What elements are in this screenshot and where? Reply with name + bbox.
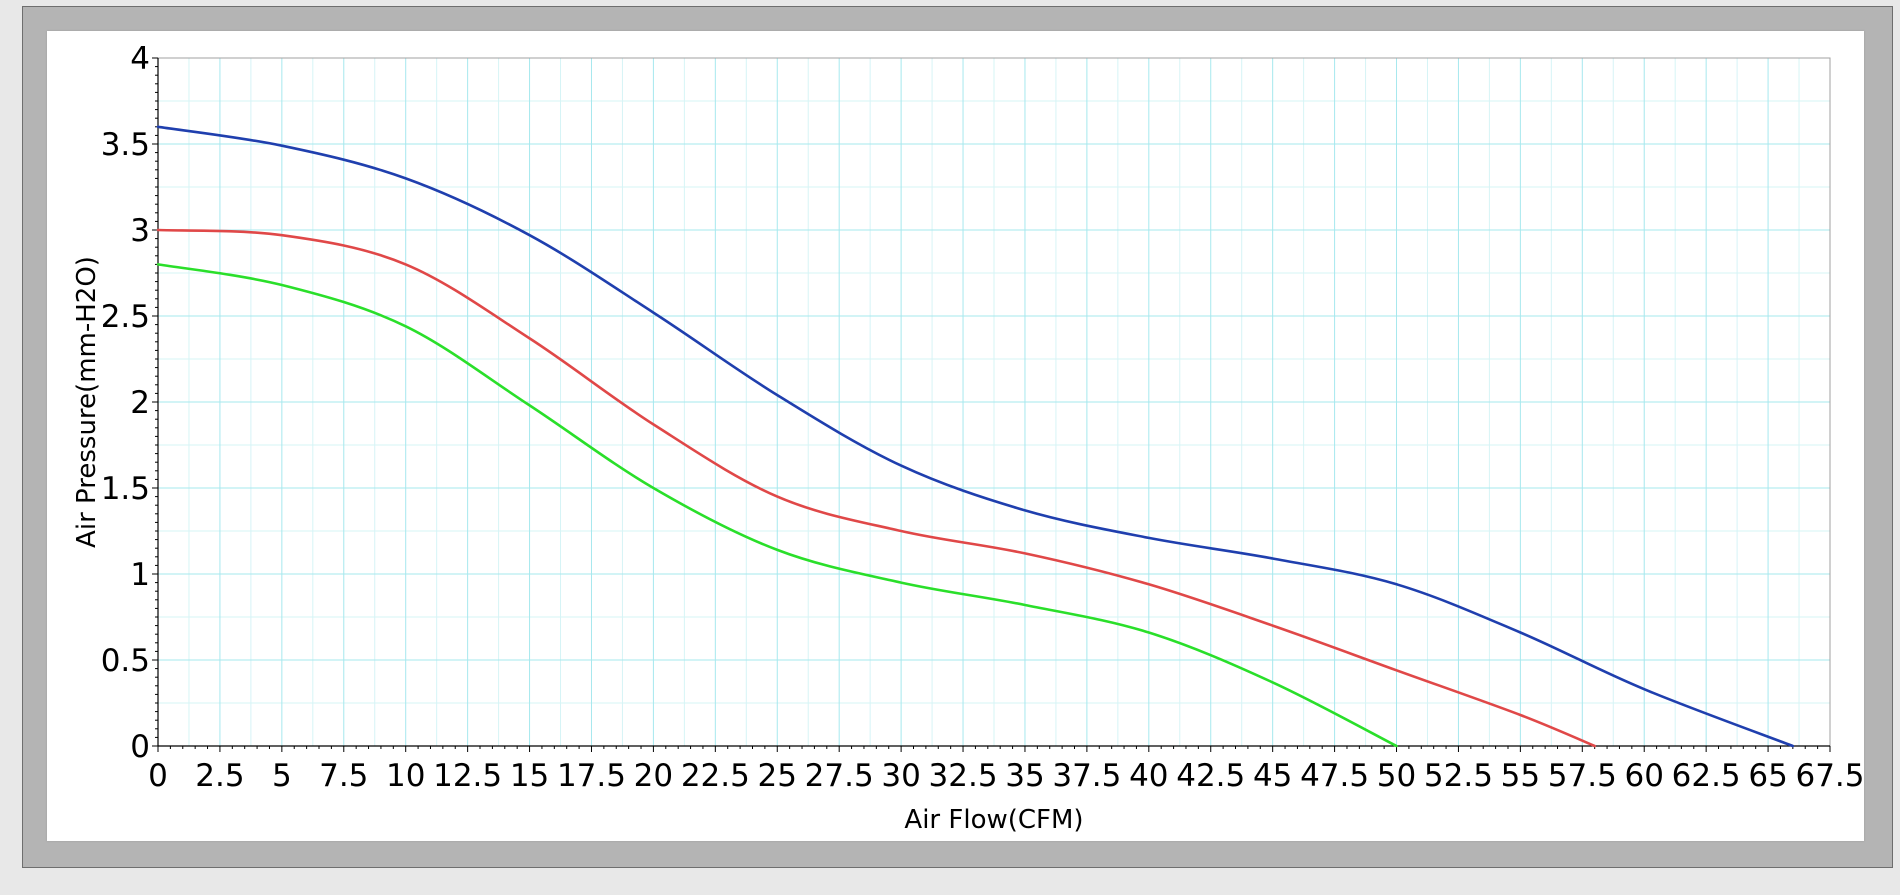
x-tick-label: 0 [148,758,168,794]
y-tick-label: 3.5 [101,127,150,163]
y-tick-label: 4 [130,41,150,77]
x-axis-title: Air Flow(CFM) [904,805,1083,835]
x-tick-label: 50 [1377,758,1416,794]
x-tick-label: 32.5 [929,758,998,794]
x-tick-label: 57.5 [1548,758,1617,794]
y-tick-label: 3 [130,213,150,249]
x-tick-label: 62.5 [1672,758,1741,794]
x-tick-label: 12.5 [433,758,502,794]
x-tick-label: 37.5 [1052,758,1121,794]
x-tick-label: 45 [1253,758,1292,794]
x-tick-label: 7.5 [319,758,368,794]
air-flow-pressure-chart: 0 2.5 5 7.5 10 12.5 15 17.5 20 22.5 25 27.5 30 32.5 35… [72,41,1865,835]
x-tick-label: 47.5 [1300,758,1369,794]
y-tick-label: 2.5 [101,299,150,335]
y-tick-label: 1.5 [101,471,150,507]
axes [152,57,1831,752]
y-tick-label: 0.5 [101,643,150,679]
x-tick-label: 35 [1005,758,1044,794]
x-tick-label: 40 [1129,758,1168,794]
x-tick-label: 15 [510,758,549,794]
y-axis-title: Air Pressure(mm-H2O) [72,256,102,548]
x-tick-label: 65 [1748,758,1787,794]
y-tick-label: 1 [130,557,150,593]
series-layer [156,125,1795,748]
x-tick-label: 10 [386,758,425,794]
x-tick-label: 5 [272,758,292,794]
x-tick-label: 67.5 [1795,758,1864,794]
x-tick-label: 27.5 [805,758,874,794]
x-tick-label: 55 [1501,758,1540,794]
y-tick-label: 0 [130,729,150,765]
x-tick-label: 22.5 [681,758,750,794]
x-tick-label: 20 [634,758,673,794]
x-tick-labels: 0 2.5 5 7.5 10 12.5 15 17.5 20 22.5 25 27.5 30 32.5 35… [148,758,1864,794]
x-tick-label: 30 [881,758,920,794]
x-tick-label: 52.5 [1424,758,1493,794]
x-tick-label: 60 [1624,758,1663,794]
x-tick-label: 25 [758,758,797,794]
series-line-1 [156,125,1795,748]
x-tick-label: 2.5 [195,758,244,794]
y-tick-label: 2 [130,385,150,421]
x-tick-label: 17.5 [557,758,626,794]
y-tick-labels: 0 0.5 1 1.5 2 2.5 3 3.5 4 [101,41,150,765]
x-tick-label: 42.5 [1176,758,1245,794]
